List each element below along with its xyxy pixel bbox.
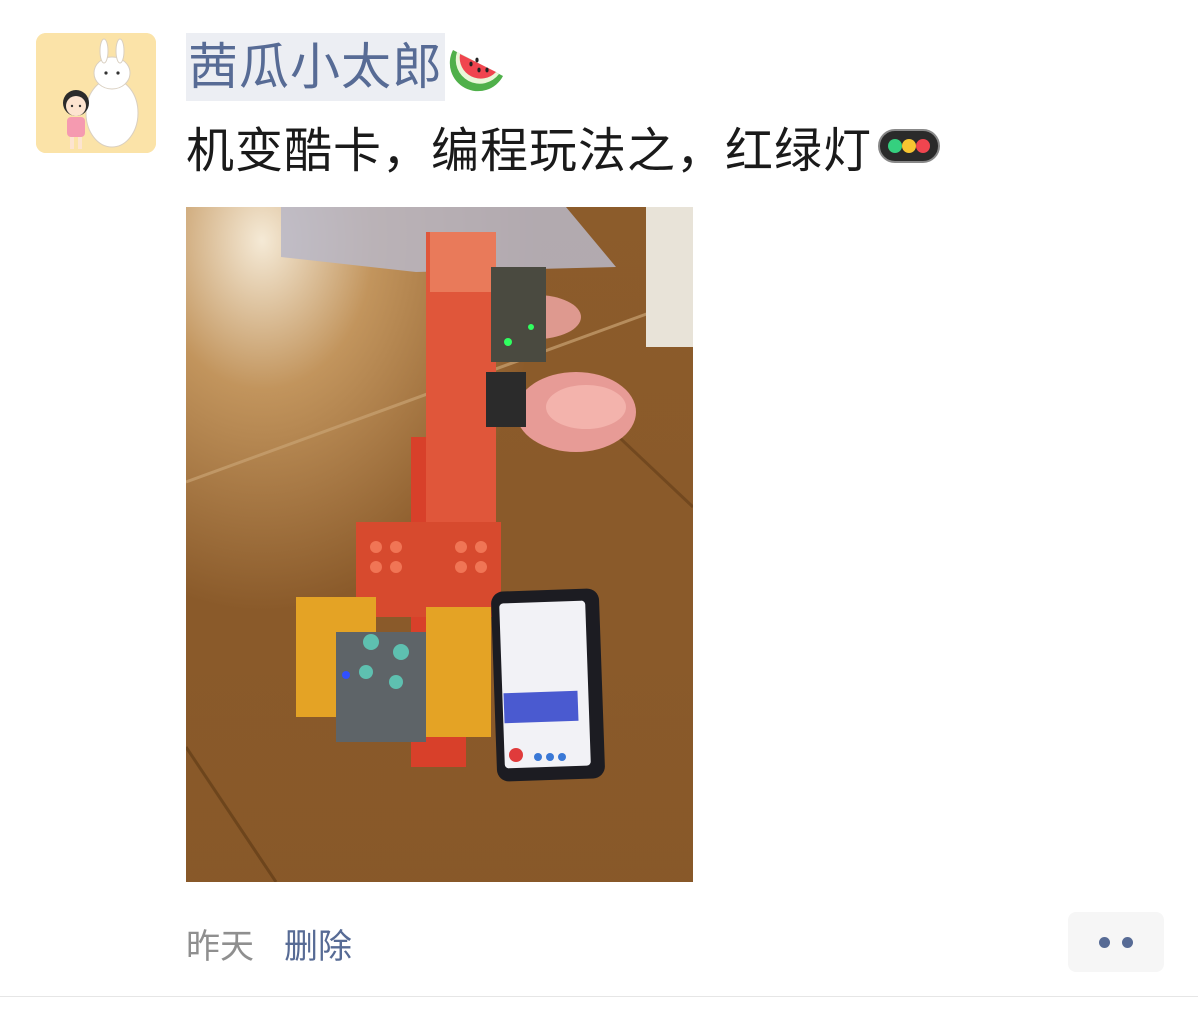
post-text-content: 机变酷卡，编程玩法之，红绿灯 [186, 123, 873, 179]
avatar[interactable] [36, 33, 156, 153]
moments-post: 茜瓜小太郎 机变酷卡，编程玩法之，红绿灯 昨天 删除 [0, 0, 1198, 1025]
username[interactable]: 茜瓜小太郎 [186, 33, 445, 101]
delete-button[interactable]: 删除 [284, 919, 352, 968]
post-photo[interactable] [186, 207, 693, 882]
post-text: 机变酷卡，编程玩法之，红绿灯 [186, 112, 941, 180]
more-button[interactable] [1068, 912, 1164, 972]
divider [0, 996, 1198, 997]
post-time: 昨天 [186, 926, 254, 967]
post-footer: 昨天 删除 [186, 915, 352, 971]
username-row: 茜瓜小太郎 [186, 33, 509, 101]
traffic-light-icon [878, 129, 941, 163]
more-dots-icon [1099, 936, 1110, 948]
watermelon-icon [449, 50, 503, 92]
more-dots-icon [1122, 936, 1133, 948]
